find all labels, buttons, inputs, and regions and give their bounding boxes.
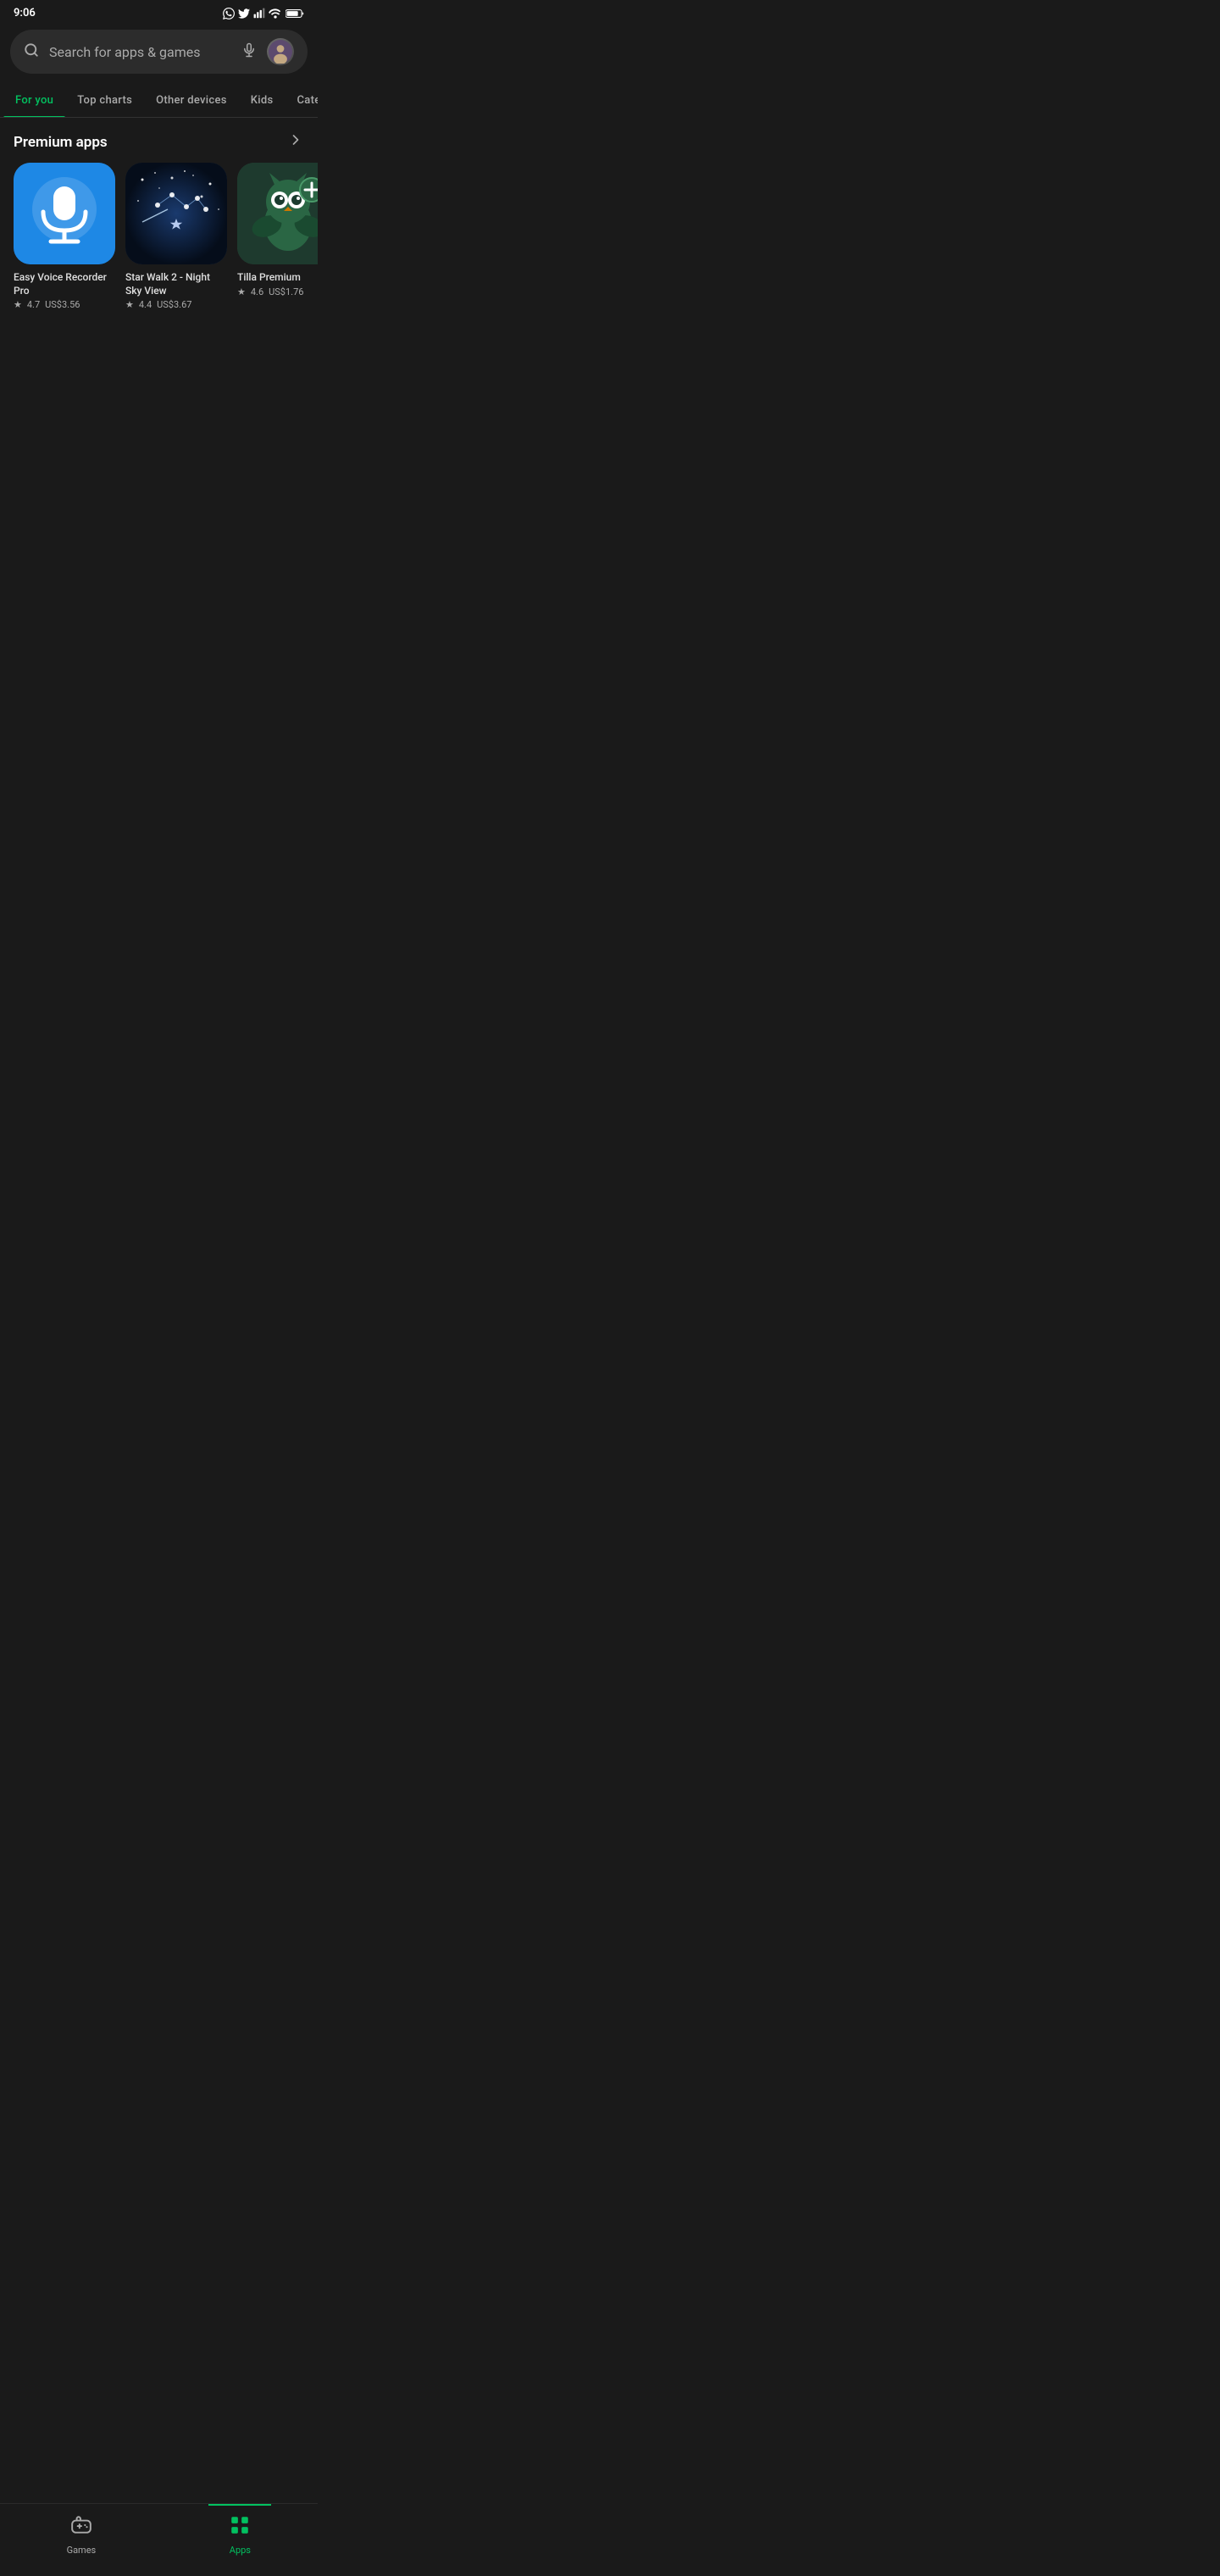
status-bar: 9:06 xyxy=(0,0,318,23)
nav-item-games-label: Games xyxy=(67,2545,97,2556)
app-name: Easy Voice Recorder Pro xyxy=(14,271,115,297)
nav-item-apps-label: Apps xyxy=(230,2545,251,2556)
app-icon-starwalk xyxy=(125,163,227,264)
tab-top-charts[interactable]: Top charts xyxy=(65,84,144,117)
nav-tabs: For you Top charts Other devices Kids Ca… xyxy=(0,84,318,118)
twitter-icon xyxy=(238,8,250,19)
search-bar[interactable]: Search for apps & games xyxy=(10,30,308,74)
tab-for-you[interactable]: For you xyxy=(3,84,65,117)
main-content: Premium apps xyxy=(0,118,318,324)
search-input[interactable]: Search for apps & games xyxy=(49,44,231,60)
app-rating: 4.7 xyxy=(27,299,40,310)
app-name: Star Walk 2 - Night Sky View xyxy=(125,271,227,297)
mic-icon[interactable] xyxy=(241,42,257,62)
app-price: US$1.76 xyxy=(269,286,303,297)
app-rating: 4.6 xyxy=(251,286,263,297)
app-rating-row: ★ 4.7 US$3.56 xyxy=(14,299,80,310)
whatsapp-icon xyxy=(223,8,235,19)
list-item[interactable]: Easy Voice Recorder Pro ★ 4.7 US$3.56 xyxy=(14,163,115,310)
status-icons xyxy=(223,8,304,19)
more-arrow-icon[interactable] xyxy=(287,131,304,153)
nav-item-apps[interactable]: Apps xyxy=(208,2511,271,2559)
app-price: US$3.56 xyxy=(45,299,80,310)
nav-item-games[interactable]: Games xyxy=(47,2511,117,2559)
battery-icon xyxy=(286,8,304,19)
app-icon-voice xyxy=(14,163,115,264)
search-icon xyxy=(24,42,39,62)
section-title: Premium apps xyxy=(14,134,108,151)
tab-categories[interactable]: Categories xyxy=(285,84,318,117)
tab-other-devices[interactable]: Other devices xyxy=(144,84,239,117)
signal-icon xyxy=(253,8,265,19)
list-item[interactable]: Tilla Premium ★ 4.6 US$1.76 xyxy=(237,163,318,310)
section-header: Premium apps xyxy=(0,131,318,163)
list-item[interactable]: Star Walk 2 - Night Sky View ★ 4.4 US$3.… xyxy=(125,163,227,310)
app-rating-row: ★ 4.6 US$1.76 xyxy=(237,286,303,297)
wifi-icon xyxy=(269,8,282,19)
status-time: 9:06 xyxy=(14,7,36,19)
apps-icon xyxy=(229,2514,251,2541)
app-rating: 4.4 xyxy=(139,299,152,310)
games-icon xyxy=(70,2514,92,2541)
tab-kids[interactable]: Kids xyxy=(239,84,286,117)
app-icon-tilla xyxy=(237,163,318,264)
bottom-nav: Games Apps xyxy=(0,2503,318,2576)
apps-row: Easy Voice Recorder Pro ★ 4.7 US$3.56 xyxy=(0,163,318,310)
app-price: US$3.67 xyxy=(157,299,191,310)
user-avatar[interactable] xyxy=(267,38,294,65)
app-name: Tilla Premium xyxy=(237,271,318,285)
app-rating-row: ★ 4.4 US$3.67 xyxy=(125,299,191,310)
